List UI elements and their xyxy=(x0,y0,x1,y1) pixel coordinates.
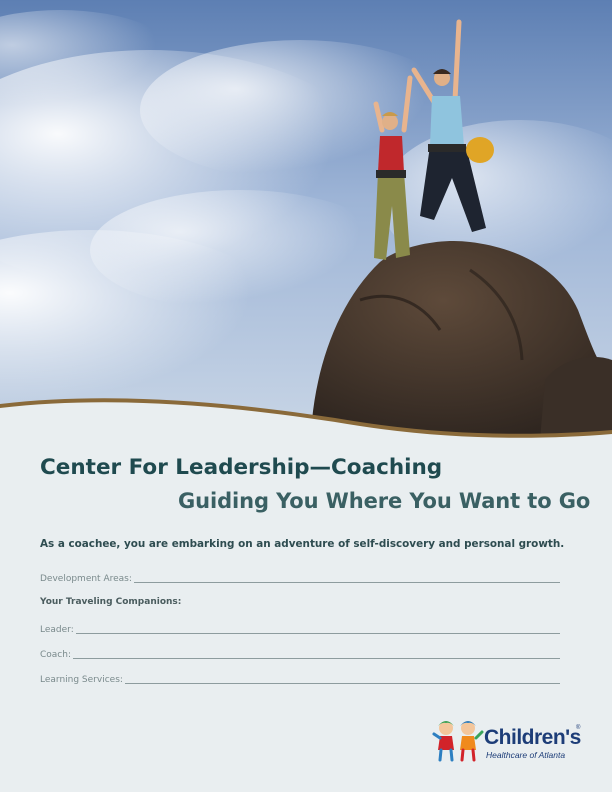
logo-name: Children's xyxy=(484,726,581,749)
leader-label: Leader: xyxy=(40,625,74,635)
hero-photo xyxy=(0,0,612,440)
coach-field[interactable]: Coach: xyxy=(40,646,560,660)
registered-mark: ® xyxy=(576,725,581,731)
learning-services-label: Learning Services: xyxy=(40,675,123,685)
companions-heading: Your Traveling Companions: xyxy=(40,597,182,607)
leader-line[interactable] xyxy=(75,633,560,634)
learning-services-line[interactable] xyxy=(124,683,560,684)
intro-text: As a coachee, you are embarking on an ad… xyxy=(40,538,565,550)
logo-tagline: Healthcare of Atlanta xyxy=(486,750,566,760)
coach-line[interactable] xyxy=(73,658,560,659)
development-areas-label: Development Areas: xyxy=(40,574,132,584)
climbers-summit-illustration xyxy=(0,0,612,440)
page-title: Center For Leadership—Coaching xyxy=(40,455,443,480)
leader-field[interactable]: Leader: xyxy=(40,621,560,635)
childrens-healthcare-logo: Children's ® Healthcare of Atlanta xyxy=(432,714,592,764)
development-areas-line[interactable] xyxy=(133,582,560,583)
coach-label: Coach: xyxy=(40,650,71,660)
kids-figures-icon xyxy=(432,721,484,762)
brochure-page: Center For Leadership—Coaching Guiding Y… xyxy=(0,0,612,792)
page-subtitle: Guiding You Where You Want to Go xyxy=(178,489,591,513)
development-areas-field[interactable]: Development Areas: xyxy=(40,570,560,584)
learning-services-field[interactable]: Learning Services: xyxy=(40,671,560,685)
